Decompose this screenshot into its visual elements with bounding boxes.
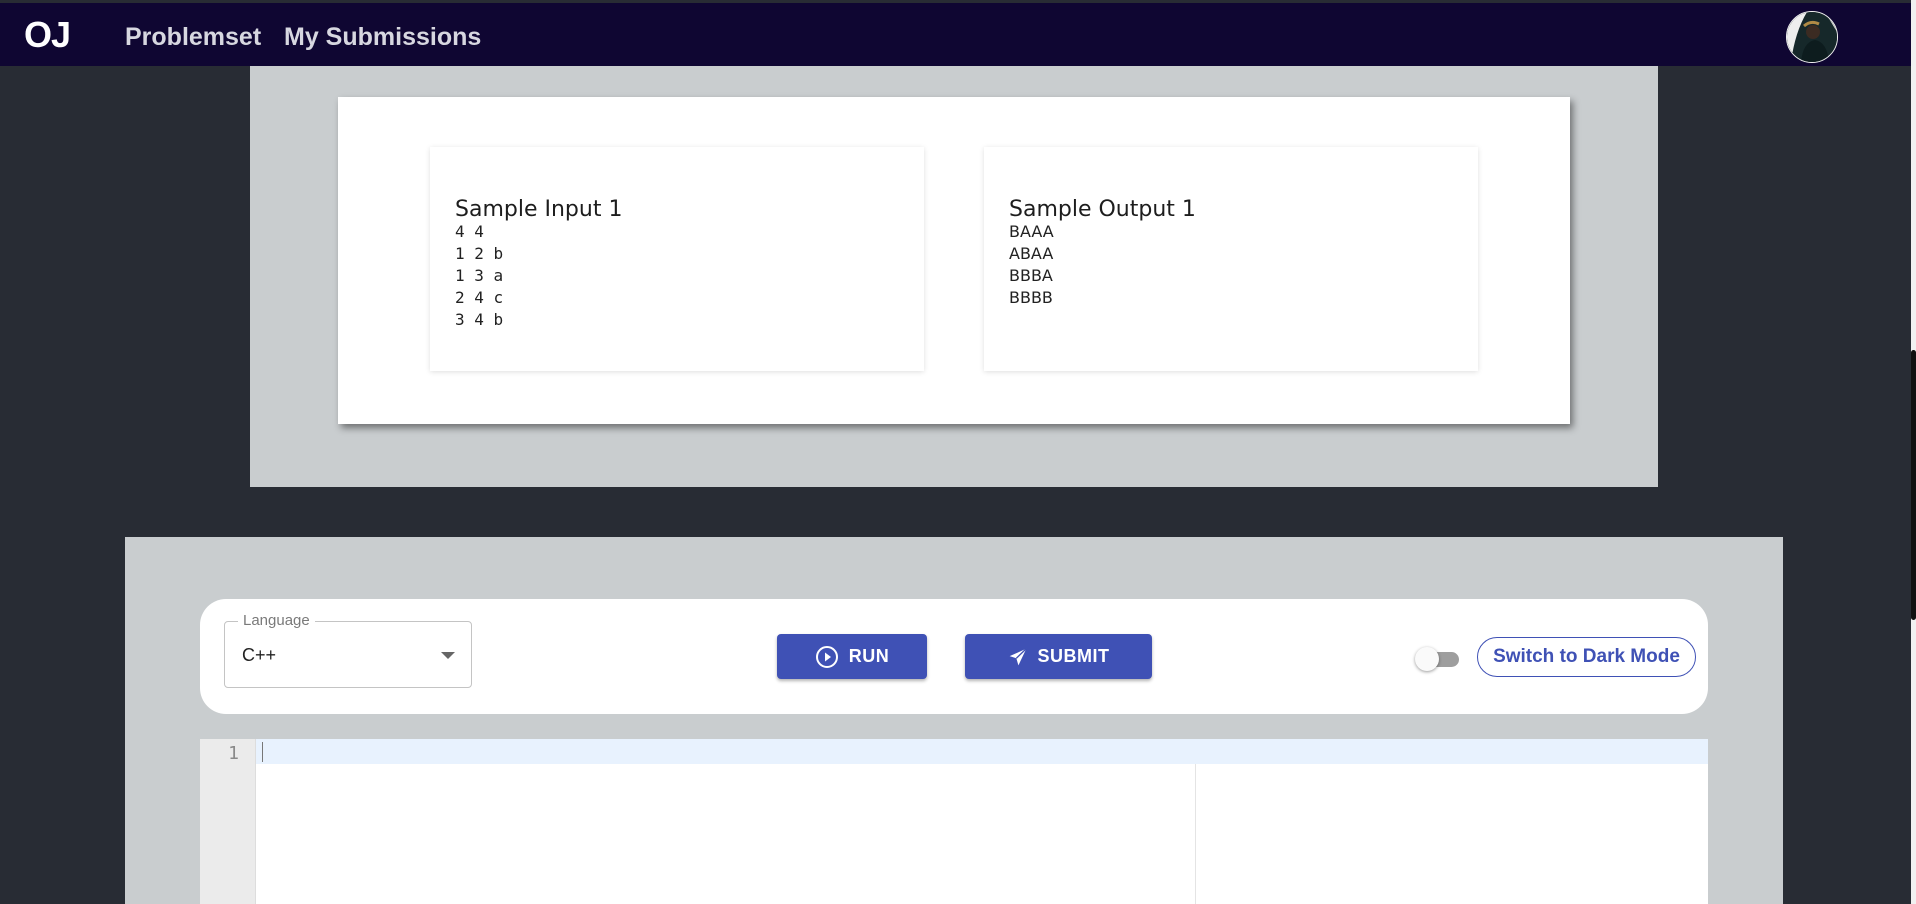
sample-input-content: 4 4 1 2 b 1 3 a 2 4 c 3 4 b xyxy=(455,222,504,329)
app-logo[interactable]: OJ xyxy=(24,17,71,53)
editor-panel: Language C++ RUN SUBMIT Switch to Dark M… xyxy=(125,537,1783,904)
send-icon xyxy=(1008,647,1028,667)
sample-output-title: Sample Output 1 xyxy=(1009,197,1196,222)
user-avatar[interactable] xyxy=(1786,11,1838,63)
sample-input-box: Sample Input 1 4 4 1 2 b 1 3 a 2 4 c 3 4… xyxy=(430,147,924,371)
sample-output-content: BAAA ABAA BBBA BBBB xyxy=(1009,222,1054,307)
print-margin-line xyxy=(1195,764,1196,904)
dark-mode-toggle[interactable] xyxy=(1415,647,1463,671)
language-label: Language xyxy=(238,612,315,630)
sample-output-box: Sample Output 1 BAAA ABAA BBBA BBBB xyxy=(984,147,1478,371)
toggle-thumb xyxy=(1415,647,1439,671)
line-number: 1 xyxy=(228,743,239,764)
nav-link-problemset[interactable]: Problemset xyxy=(125,25,261,50)
submit-button-label: SUBMIT xyxy=(1037,646,1110,666)
run-button[interactable]: RUN xyxy=(777,634,927,679)
switch-to-dark-mode-button[interactable]: Switch to Dark Mode xyxy=(1477,637,1696,677)
play-circle-icon xyxy=(815,645,839,669)
language-value: C++ xyxy=(242,645,277,665)
submit-button[interactable]: SUBMIT xyxy=(965,634,1152,679)
problem-panel: Sample Input 1 4 4 1 2 b 1 3 a 2 4 c 3 4… xyxy=(250,66,1658,487)
top-navbar: OJ Problemset My Submissions xyxy=(0,3,1911,66)
scrollbar-thumb[interactable] xyxy=(1911,350,1916,620)
nav-link-my-submissions[interactable]: My Submissions xyxy=(284,25,481,50)
avatar-image xyxy=(1787,12,1837,62)
text-cursor xyxy=(262,742,263,762)
code-editor[interactable]: 1 xyxy=(200,739,1708,904)
page-scrollbar[interactable] xyxy=(1911,0,1916,904)
run-button-label: RUN xyxy=(848,646,890,666)
dropdown-arrow-icon xyxy=(441,652,455,659)
language-select[interactable]: Language C++ xyxy=(224,612,472,688)
active-line-highlight xyxy=(256,739,1708,764)
editor-toolbar: Language C++ RUN SUBMIT Switch to Dark M… xyxy=(200,599,1708,714)
samples-card: Sample Input 1 4 4 1 2 b 1 3 a 2 4 c 3 4… xyxy=(338,97,1570,424)
sample-input-title: Sample Input 1 xyxy=(455,197,623,222)
line-number-gutter: 1 xyxy=(200,739,256,904)
